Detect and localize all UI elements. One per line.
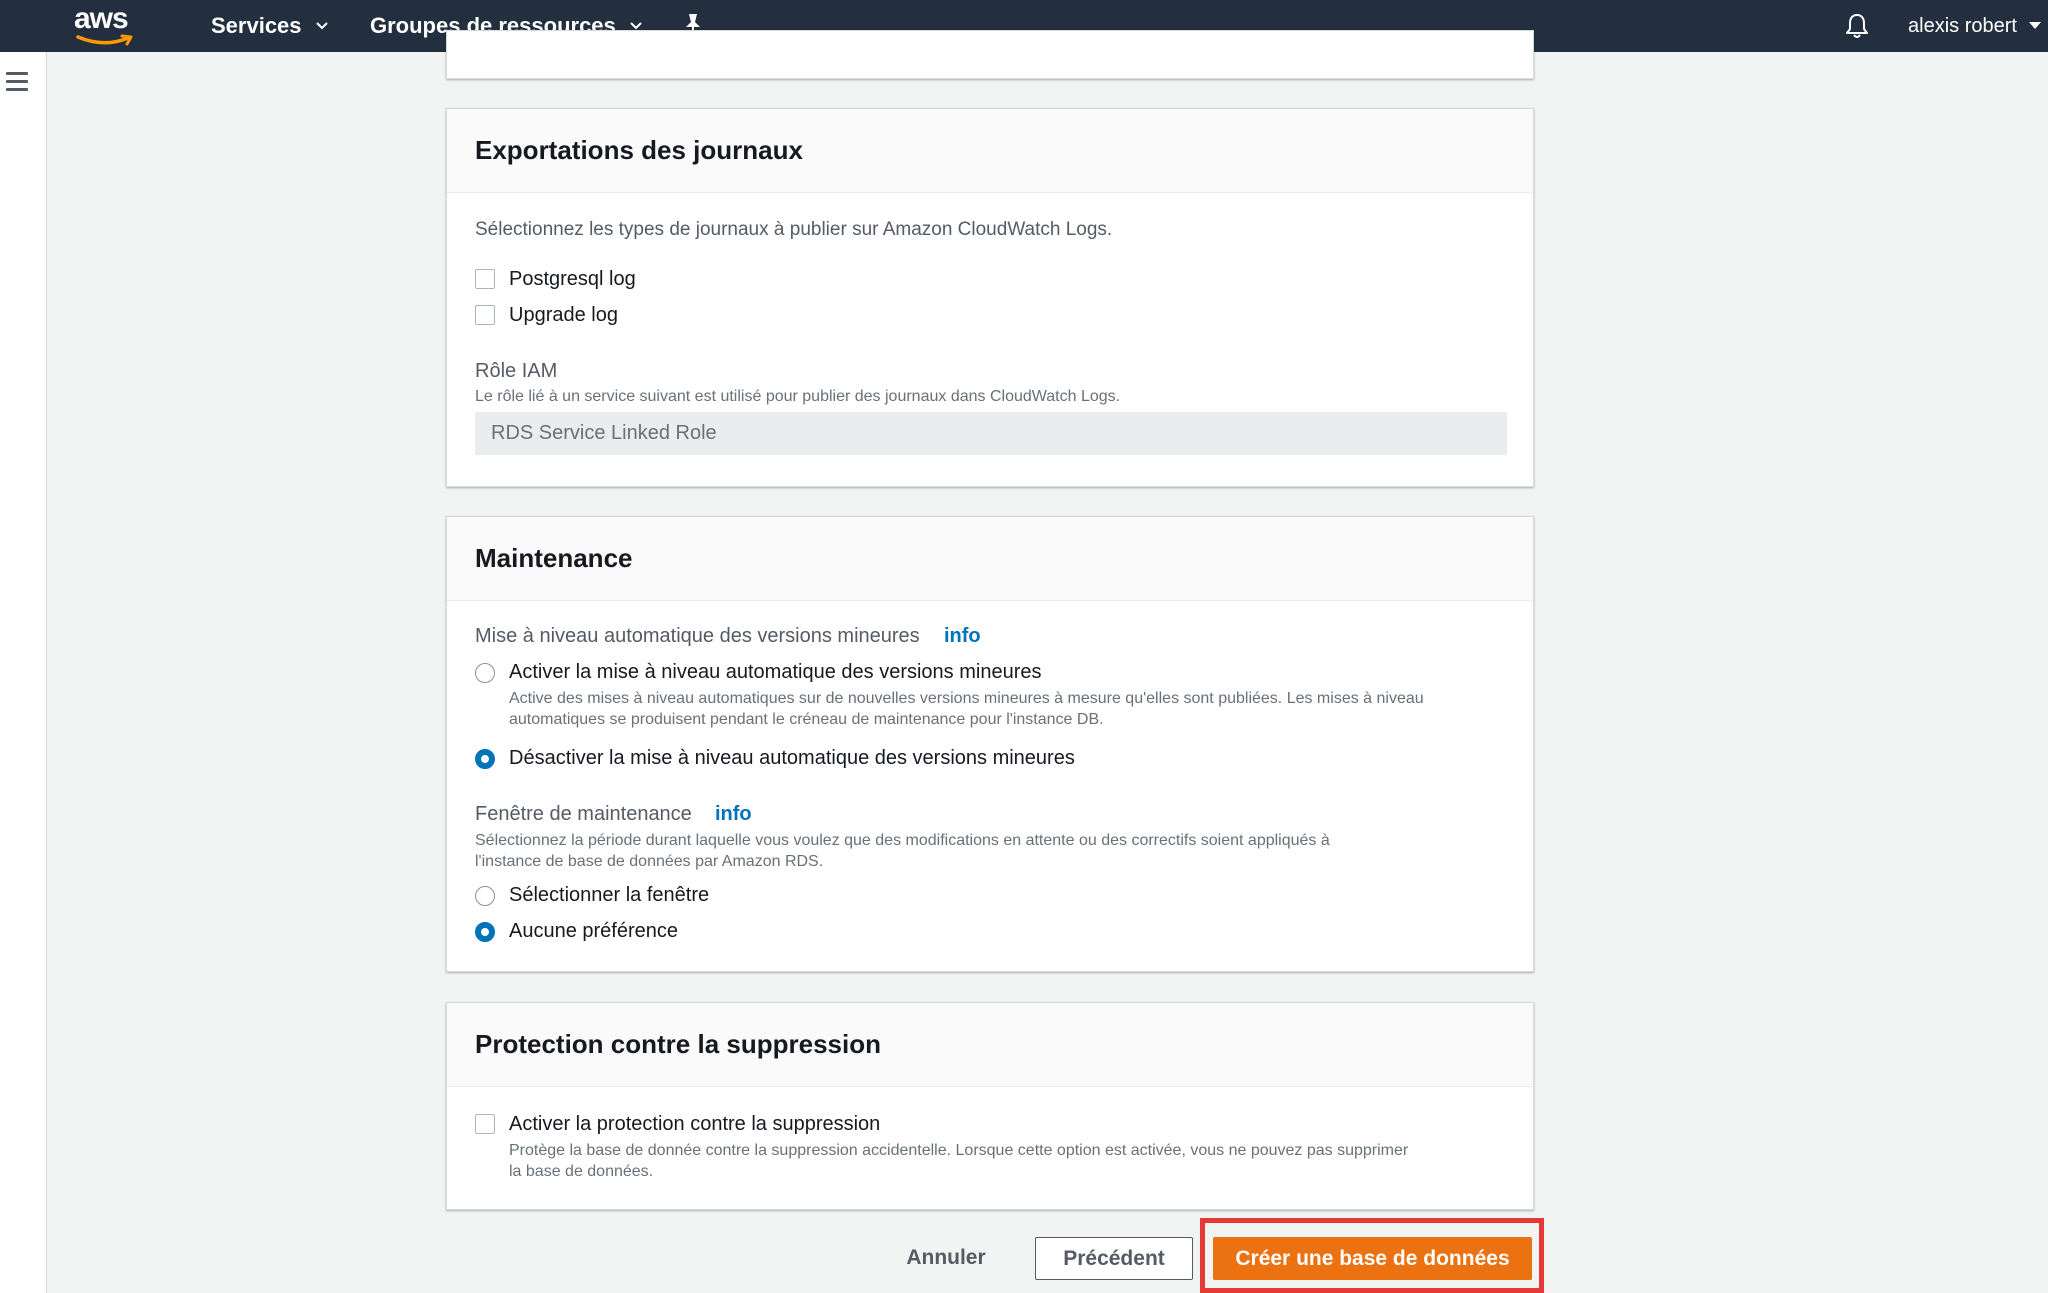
user-menu[interactable]: alexis robert [1908,0,2041,52]
upgrade-log-checkbox[interactable] [475,305,495,325]
maintenance-window-help-2: l'instance de base de données par Amazon… [475,853,824,870]
enable-auto-upgrade-radio[interactable] [475,663,495,683]
iam-role-field: RDS Service Linked Role [475,412,1507,455]
no-preference-label[interactable]: Aucune préférence [509,920,678,943]
previous-panel [446,30,1534,79]
postgresql-log-checkbox[interactable] [475,269,495,289]
maintenance-window-help-1: Sélectionnez la période durant laquelle … [475,832,1330,849]
select-window-label[interactable]: Sélectionner la fenêtre [509,884,709,907]
maintenance-window-label: Fenêtre de maintenance [475,803,692,825]
create-database-button[interactable]: Créer une base de données [1213,1237,1532,1280]
no-preference-radio[interactable] [475,922,495,942]
postgresql-log-label[interactable]: Postgresql log [509,268,636,291]
iam-role-help: Le rôle lié à un service suivant est uti… [475,388,1121,405]
services-label: Services [211,13,302,38]
auto-upgrade-label: Mise à niveau automatique des versions m… [475,625,920,647]
previous-button[interactable]: Précédent [1035,1237,1193,1280]
enable-auto-upgrade-label[interactable]: Activer la mise à niveau automatique des… [509,661,1041,684]
deletion-protection-checkbox[interactable] [475,1114,495,1134]
services-menu[interactable]: Services [211,0,328,52]
deletion-protection-panel: Protection contre la suppression Activer… [446,1002,1534,1210]
panel-title: Protection contre la suppression [475,1029,881,1059]
panel-header: Exportations des journaux [447,109,1533,193]
panel-header: Protection contre la suppression [447,1003,1533,1087]
deletion-protection-label[interactable]: Activer la protection contre la suppress… [509,1113,880,1136]
cancel-button[interactable]: Annuler [905,1238,987,1278]
disable-auto-upgrade-label[interactable]: Désactiver la mise à niveau automatique … [509,747,1075,770]
logs-export-description: Sélectionnez les types de journaux à pub… [475,219,1113,240]
auto-upgrade-info-link[interactable]: info [944,625,981,648]
user-name: alexis robert [1908,14,2017,37]
logs-export-panel: Exportations des journaux Sélectionnez l… [446,108,1534,487]
upgrade-log-label[interactable]: Upgrade log [509,304,618,327]
aws-logo-icon[interactable]: aws [74,4,138,48]
maintenance-panel: Maintenance Mise à niveau automatique de… [446,516,1534,972]
disable-auto-upgrade-radio[interactable] [475,749,495,769]
menu-icon[interactable] [6,72,28,92]
maintenance-window-info-link[interactable]: info [715,803,752,826]
bell-icon[interactable] [1843,12,1871,40]
chevron-down-icon [630,22,642,30]
iam-role-label: Rôle IAM [475,360,558,382]
chevron-down-icon [315,22,328,30]
deletion-protection-help-2: la base de données. [509,1163,654,1180]
sidebar [0,52,47,1293]
enable-auto-upgrade-help-1: Active des mises à niveau automatiques s… [509,690,1424,707]
deletion-protection-help-1: Protège la base de donnée contre la supp… [509,1142,1409,1159]
enable-auto-upgrade-help-2: automatiques se produisent pendant le cr… [509,711,1104,728]
panel-title: Maintenance [475,543,633,573]
aws-logo-text: aws [74,2,129,35]
select-window-radio[interactable] [475,886,495,906]
panel-title: Exportations des journaux [475,135,803,165]
caret-down-icon [2028,22,2041,30]
panel-header: Maintenance [447,517,1533,601]
